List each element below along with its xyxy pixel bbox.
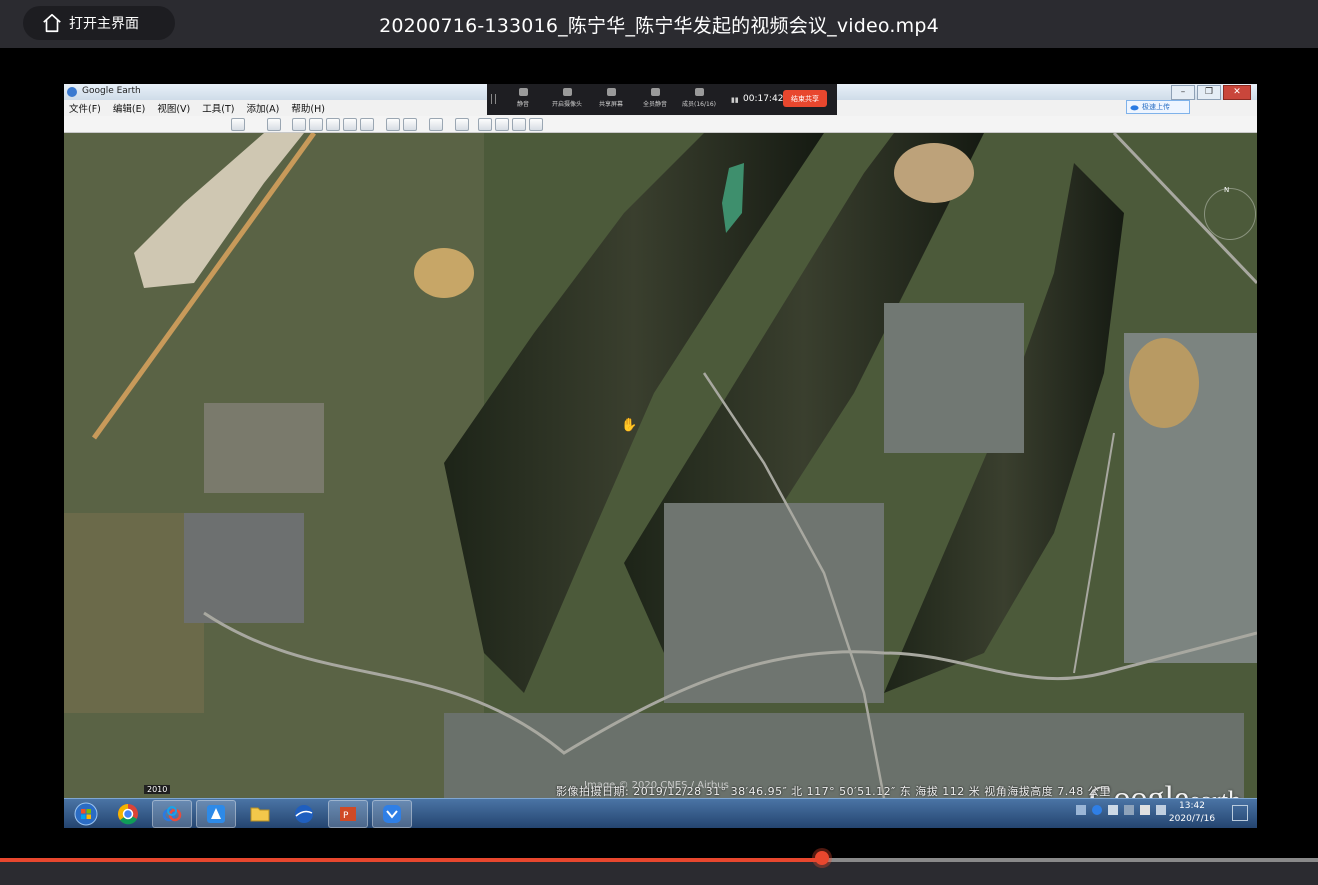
taskbar-baidu-netdisk[interactable] [152,800,192,828]
bluetooth-icon[interactable] [1108,805,1118,815]
placemark-icon[interactable] [292,118,306,131]
save-image-icon[interactable] [512,118,526,131]
satellite-imagery [64,131,1257,799]
taskbar-clock[interactable]: 13:42 2020/7/16 [1162,800,1222,826]
members-button[interactable]: 成员(16/16) [679,88,719,108]
ruler-icon[interactable] [455,118,469,131]
start-button[interactable] [66,800,106,828]
taskbar-chrome[interactable] [108,800,148,828]
google-earth-toolbar [64,116,1257,133]
drag-handle-icon[interactable] [491,94,496,104]
mute-button[interactable]: 静音 [503,88,543,108]
share-screen-icon [606,88,616,96]
menu-view[interactable]: 视图(V) [157,101,190,115]
meeting-toolbar: 静音 开启摄像头 共享屏幕 全员静音 成员(16/16) ▮▮ 00:17:42… [487,84,837,115]
overlay-icon[interactable] [343,118,357,131]
keyboard-icon[interactable] [1076,805,1086,815]
search-icon[interactable] [231,118,245,131]
shared-desktop: Google Earth – ❐ ✕ 文件(F) 编辑(E) 视图(V) 工具(… [64,84,1257,828]
taskbar-powerpoint[interactable]: P [328,800,368,828]
folder-icon [250,807,270,822]
google-earth-app-icon [295,805,313,823]
taskbar-google-earth[interactable] [284,800,324,828]
flag-icon[interactable] [1140,805,1150,815]
coordinate-readout: 影像拍摄日期: 2019/12/28 31° 38′46.95″ 北 117° … [556,785,1111,798]
show-desktop-button[interactable] [1232,805,1248,821]
hand-cursor-icon: ✋ [621,418,638,433]
network-icon[interactable] [1124,805,1134,815]
menu-file[interactable]: 文件(F) [69,101,101,115]
chrome-icon [118,804,138,825]
navigation-compass[interactable] [1204,188,1256,240]
stop-share-button[interactable]: 结束共享 [783,90,827,107]
windows-start-icon [74,802,98,826]
window-title: Google Earth [82,86,141,96]
taskbar-explorer-app[interactable] [196,800,236,828]
svg-text:P: P [343,811,349,821]
explorer-app-icon [207,805,225,823]
menu-edit[interactable]: 编辑(E) [113,101,145,115]
camera-icon [562,88,572,96]
playback-progress [0,851,1318,885]
cloud-icon [1130,105,1139,111]
progress-fill [0,858,823,862]
clock-date: 2020/7/16 [1168,814,1216,824]
view-in-maps-icon[interactable] [529,118,543,131]
microphone-icon [518,88,528,96]
sunlight-icon[interactable] [403,118,417,131]
planets-icon[interactable] [429,118,443,131]
player-title-bar: 打开主界面 20200716-133016_陈宁华_陈宁华发起的视频会议_vid… [0,0,1318,48]
share-screen-button[interactable]: 共享屏幕 [591,88,631,108]
tour-icon[interactable] [360,118,374,131]
minimize-icon[interactable]: – [1171,85,1195,100]
clock-time: 13:42 [1179,801,1205,811]
window-controls: – ❐ ✕ [1171,85,1251,100]
baidu-upload-button[interactable]: 极速上传 [1126,100,1190,114]
members-icon [694,88,704,96]
help-icon[interactable] [1092,805,1102,815]
path-icon[interactable] [326,118,340,131]
historical-imagery-icon[interactable] [386,118,400,131]
maximize-icon[interactable]: ❐ [1197,85,1221,100]
signal-icon: ▮▮ [731,96,739,104]
menu-add[interactable]: 添加(A) [246,101,279,115]
map-status-bar: 2010 影像拍摄日期: 2019/12/28 31° 38′46.95″ 北 … [64,783,1257,798]
powerpoint-icon: P [340,807,356,821]
camera-button[interactable]: 开启摄像头 [547,88,587,108]
taskbar-tencent-meeting[interactable] [372,800,412,828]
progress-scrubber[interactable] [815,851,830,865]
north-indicator: N [1224,186,1230,194]
video-title: 20200716-133016_陈宁华_陈宁华发起的视频会议_video.mp4 [379,14,939,37]
baidu-netdisk-icon [162,806,182,822]
email-icon[interactable] [478,118,492,131]
tencent-meeting-icon [383,805,401,823]
satellite-map-view[interactable]: N ✋ Image © 2020 CNES / Airbus Googleear… [64,131,1257,817]
sidebar-toggle-icon[interactable] [267,118,281,131]
mute-all-icon [650,88,660,96]
mute-all-button[interactable]: 全员静音 [635,88,675,108]
taskbar-file-explorer[interactable] [240,800,280,828]
google-earth-icon [67,87,77,97]
meeting-timer: 00:17:42 [743,94,784,104]
close-icon[interactable]: ✕ [1223,85,1251,100]
menu-tools[interactable]: 工具(T) [202,101,234,115]
menu-help[interactable]: 帮助(H) [291,101,325,115]
imagery-year-badge: 2010 [144,785,171,794]
print-icon[interactable] [495,118,509,131]
system-tray [1076,805,1166,815]
polygon-icon[interactable] [309,118,323,131]
baidu-upload-label: 极速上传 [1142,103,1170,111]
windows-taskbar: P 13:42 2020/7/16 [64,798,1257,828]
video-frame[interactable]: Google Earth – ❐ ✕ 文件(F) 编辑(E) 视图(V) 工具(… [0,48,1318,858]
